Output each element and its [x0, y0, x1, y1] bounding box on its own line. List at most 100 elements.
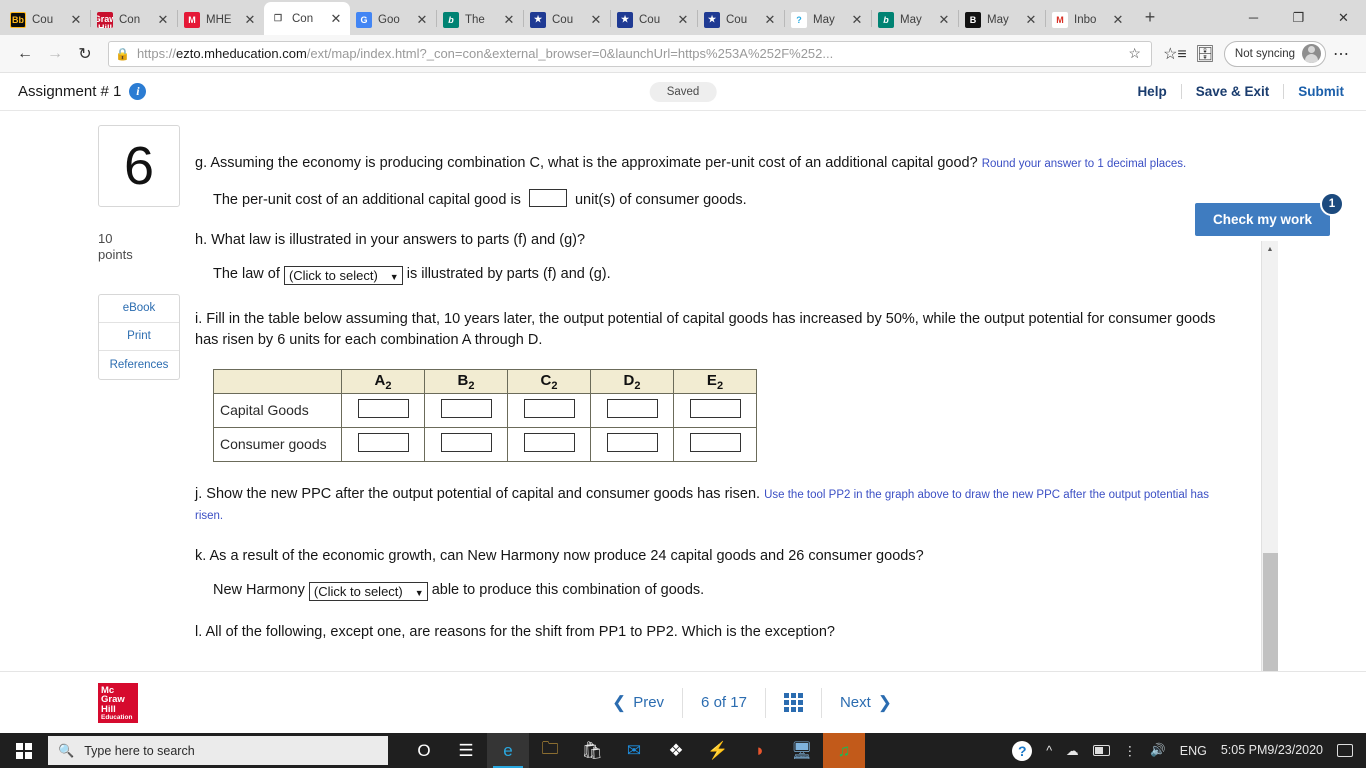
close-icon[interactable]: ✕: [936, 12, 952, 28]
file-explorer-icon[interactable]: 🗀: [529, 733, 571, 768]
microsoft-store-icon[interactable]: 🛍: [571, 733, 613, 768]
table-cell-input[interactable]: [689, 433, 741, 453]
edge-icon[interactable]: e: [487, 733, 529, 768]
windows-start-icon[interactable]: [0, 733, 48, 768]
reload-icon[interactable]: ↻: [70, 39, 100, 69]
points-info: 10 points: [98, 231, 182, 264]
part-k-select[interactable]: (Click to select) ▼: [308, 582, 428, 602]
print-button[interactable]: Print: [99, 323, 179, 351]
table-cell-input[interactable]: [440, 399, 492, 419]
prev-label: Prev: [633, 694, 665, 711]
new-tab-button[interactable]: +: [1136, 4, 1164, 32]
collections-icon[interactable]: 🗄: [1190, 39, 1220, 69]
submit-link[interactable]: Submit: [1284, 84, 1348, 99]
close-icon[interactable]: ✕: [501, 12, 517, 28]
browser-tab[interactable]: Bb Cou ✕: [4, 4, 90, 35]
table-head: A2 B2 C2 D2 E2: [213, 369, 757, 395]
help-link[interactable]: Help: [1123, 84, 1182, 99]
maximize-button[interactable]: ❐: [1276, 0, 1321, 35]
prev-button[interactable]: ❮ Prev: [587, 687, 684, 718]
browser-tab[interactable]: b The ✕: [437, 4, 523, 35]
table-row: Capital Goods: [213, 393, 757, 429]
next-button[interactable]: Next ❯: [822, 688, 917, 718]
cortana-icon[interactable]: O: [403, 733, 445, 768]
wifi-icon[interactable]: ︙: [1117, 741, 1144, 760]
favorites-icon[interactable]: ☆≡: [1160, 39, 1190, 69]
part-h-text: h. What law is illustrated in your answe…: [195, 232, 586, 249]
info-icon[interactable]: i: [129, 83, 147, 100]
tab-title: MHE: [206, 13, 232, 26]
star-add-icon[interactable]: ☆: [1124, 45, 1145, 62]
browser-tab[interactable]: ★ Cou ✕: [698, 4, 784, 35]
help-circle-icon[interactable]: ?: [1005, 740, 1039, 761]
table-cell-input[interactable]: [606, 433, 658, 453]
close-icon[interactable]: ✕: [1110, 12, 1126, 28]
table-cell-input[interactable]: [357, 433, 409, 453]
minimize-button[interactable]: ─: [1231, 0, 1276, 35]
close-icon[interactable]: ✕: [675, 12, 691, 28]
ellipsis-icon[interactable]: ⋯: [1326, 39, 1356, 69]
pagination-nav: ❮ Prev 6 of 17 Next ❯: [587, 687, 917, 718]
remote-desktop-icon[interactable]: 🖥: [781, 733, 823, 768]
battery-icon[interactable]: [1086, 745, 1117, 756]
table-cell-input[interactable]: [357, 399, 409, 419]
clock[interactable]: 5:05 PM 9/23/2020: [1214, 743, 1330, 759]
browser-tab-active[interactable]: ❐ Con ✕: [264, 2, 350, 35]
part-i-text: i. Fill in the table below assuming that…: [195, 311, 1216, 349]
browser-tab[interactable]: B May ✕: [959, 4, 1045, 35]
browser-tab[interactable]: ★ Cou ✕: [611, 4, 697, 35]
spotify-icon[interactable]: ♫: [823, 733, 865, 768]
table-cell-input[interactable]: [689, 399, 741, 419]
shareit-icon[interactable]: ⚡: [697, 733, 739, 768]
scrollbar-thumb[interactable]: [1263, 553, 1278, 683]
content-scrollbar[interactable]: ▲ ▼: [1261, 241, 1278, 737]
browser-tab[interactable]: ★ Cou ✕: [524, 4, 610, 35]
browser-tab[interactable]: Mc Graw Hill Con ✕: [91, 4, 177, 35]
shield-icon: ★: [704, 11, 720, 28]
scroll-up-arrow[interactable]: ▲: [1262, 241, 1278, 258]
close-icon[interactable]: ✕: [414, 12, 430, 28]
onedrive-icon[interactable]: ☁: [1059, 743, 1086, 758]
notification-icon[interactable]: [1330, 744, 1360, 757]
browser-tab[interactable]: M Inbo ✕: [1046, 4, 1132, 35]
address-bar[interactable]: 🔒 https://ezto.mheducation.com/ext/map/i…: [108, 40, 1152, 67]
grid-view-button[interactable]: [766, 687, 822, 718]
part-h-select[interactable]: (Click to select) ▼: [283, 266, 403, 286]
table-cell-input[interactable]: [523, 399, 575, 419]
browser-tab[interactable]: G Goo ✕: [350, 4, 436, 35]
close-icon[interactable]: ✕: [762, 12, 778, 28]
dropbox-icon[interactable]: ❖: [655, 733, 697, 768]
ebook-button[interactable]: eBook: [99, 295, 179, 323]
volume-icon[interactable]: 🔊: [1143, 743, 1173, 758]
bing-icon: b: [878, 11, 894, 28]
close-icon[interactable]: ✕: [68, 12, 84, 28]
search-input[interactable]: 🔍 Type here to search: [48, 736, 388, 765]
close-icon[interactable]: ✕: [328, 11, 344, 27]
table-cell-input[interactable]: [606, 399, 658, 419]
office-icon[interactable]: ◗: [739, 733, 781, 768]
close-icon[interactable]: ✕: [242, 12, 258, 28]
task-view-icon[interactable]: ☰: [445, 733, 487, 768]
assignment-header: Assignment # 1 i Saved Help Save & Exit …: [0, 73, 1366, 111]
close-window-button[interactable]: ✕: [1321, 0, 1366, 35]
page-current: 6: [701, 694, 710, 711]
close-icon[interactable]: ✕: [588, 12, 604, 28]
browser-tab[interactable]: ? May ✕: [785, 4, 871, 35]
references-button[interactable]: References: [99, 351, 179, 379]
part-l-text: l. All of the following, except one, are…: [195, 624, 835, 641]
close-icon[interactable]: ✕: [1023, 12, 1039, 28]
close-icon[interactable]: ✕: [849, 12, 865, 28]
back-icon[interactable]: ←: [10, 39, 40, 69]
forward-icon[interactable]: →: [40, 39, 70, 69]
part-g-answer-input[interactable]: [528, 189, 567, 208]
language-indicator[interactable]: ENG: [1173, 744, 1214, 758]
close-icon[interactable]: ✕: [155, 12, 171, 28]
browser-tab[interactable]: M MHE ✕: [178, 4, 264, 35]
browser-tab[interactable]: b May ✕: [872, 4, 958, 35]
table-cell-input[interactable]: [440, 433, 492, 453]
mail-icon[interactable]: ✉: [613, 733, 655, 768]
chevron-up-icon[interactable]: ^: [1039, 744, 1059, 758]
table-cell-input[interactable]: [523, 433, 575, 453]
profile-button[interactable]: Not syncing: [1223, 40, 1326, 67]
save-and-exit-link[interactable]: Save & Exit: [1182, 84, 1285, 99]
